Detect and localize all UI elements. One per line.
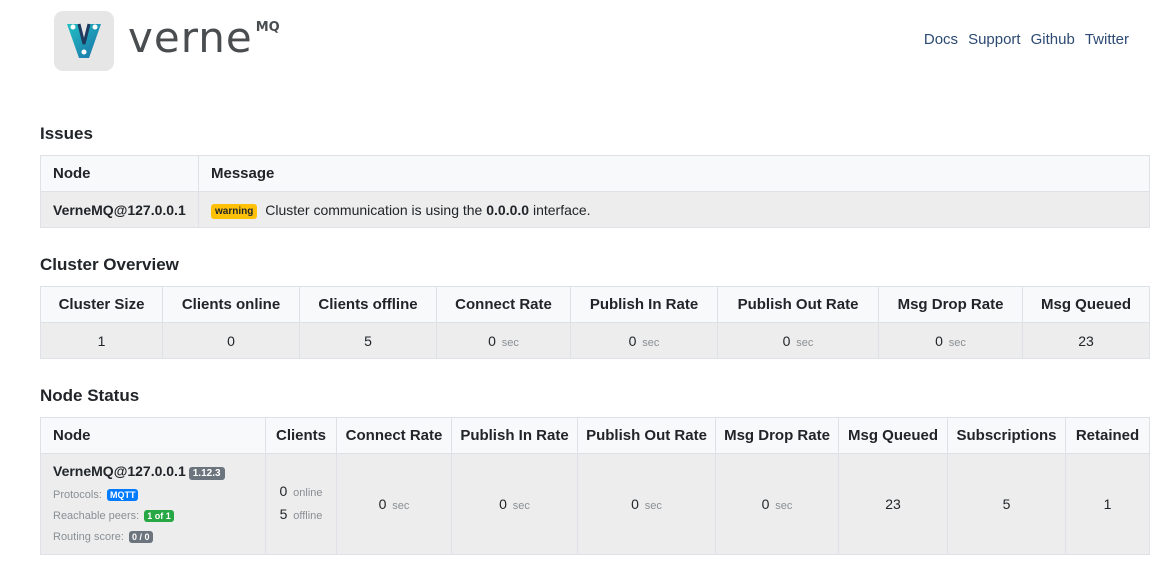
- column-header-retained: Retained: [1065, 417, 1150, 454]
- rate-unit: sec: [796, 336, 814, 349]
- offline-label: offline: [293, 510, 323, 522]
- verne-logo-icon: [54, 11, 114, 71]
- table-row: 1 0 5 0 sec 0 sec 0 sec 0 sec 23: [40, 322, 1150, 359]
- clients-online-line: 0 online: [267, 481, 335, 504]
- table-row: VerneMQ@127.0.0.1 warning Cluster commun…: [40, 191, 1150, 228]
- rate-unit: sec: [392, 500, 410, 512]
- subscriptions-value: 5: [947, 453, 1066, 555]
- column-header-message: Message: [198, 155, 1150, 192]
- routing-line: Routing score: 0 / 0: [53, 527, 253, 548]
- msg-queued-value: 23: [1022, 322, 1150, 359]
- nav-link-docs[interactable]: Docs: [924, 31, 958, 48]
- column-header-publish-in-rate: Publish In Rate: [570, 286, 718, 323]
- publish-out-rate-value: 0: [631, 496, 639, 512]
- top-nav: Docs Support Github Twitter: [924, 31, 1129, 48]
- publish-out-rate-cell: 0 sec: [717, 322, 879, 359]
- clients-online-value: 0: [279, 483, 288, 499]
- column-header-clients-offline: Clients offline: [299, 286, 437, 323]
- msg-drop-rate-value: 0: [935, 332, 943, 349]
- node-cell: VerneMQ@127.0.0.1 1.12.3 Protocols: MQTT …: [40, 453, 266, 555]
- protocol-badge: MQTT: [106, 489, 139, 501]
- publish-in-rate-value: 0: [499, 496, 507, 512]
- warning-badge: warning: [211, 203, 258, 219]
- node-status-table: Node Clients Connect Rate Publish In Rat…: [40, 417, 1150, 555]
- clients-offline-value: 5: [299, 322, 437, 359]
- nav-link-support[interactable]: Support: [968, 31, 1021, 48]
- node-status-title: Node Status: [40, 386, 140, 405]
- column-header-subscriptions: Subscriptions: [947, 417, 1066, 454]
- column-header-node: Node: [40, 417, 266, 454]
- peers-badge: 1 of 1: [144, 510, 174, 522]
- column-header-cluster-size: Cluster Size: [40, 286, 163, 323]
- clients-cell: 0 online 5 offline: [265, 453, 337, 555]
- cluster-overview-table: Cluster Size Clients online Clients offl…: [40, 286, 1150, 359]
- cluster-size-value: 1: [40, 322, 163, 359]
- column-header-node: Node: [40, 155, 199, 192]
- issue-message-suffix: interface.: [532, 201, 591, 218]
- column-header-connect-rate: Connect Rate: [336, 417, 452, 454]
- issue-message-text: Cluster communication is using the: [265, 201, 483, 218]
- issues-title: Issues: [40, 124, 93, 143]
- msg-drop-rate-cell: 0 sec: [878, 322, 1023, 359]
- protocols-label: Protocols:: [53, 489, 102, 501]
- msg-drop-rate-value: 0: [761, 496, 770, 512]
- msg-drop-rate-cell: 0 sec: [715, 453, 839, 555]
- nav-link-github[interactable]: Github: [1031, 31, 1075, 48]
- column-header-publish-out-rate: Publish Out Rate: [717, 286, 879, 323]
- rate-unit: sec: [501, 336, 519, 349]
- connect-rate-value: 0: [378, 496, 387, 512]
- rate-unit: sec: [948, 336, 966, 349]
- retained-value: 1: [1065, 453, 1150, 555]
- publish-in-rate-cell: 0 sec: [570, 322, 718, 359]
- column-header-publish-in-rate: Publish In Rate: [451, 417, 578, 454]
- logo-wordmark: verne: [128, 13, 253, 62]
- rate-unit: sec: [775, 500, 793, 512]
- connect-rate-cell: 0 sec: [336, 453, 452, 555]
- version-badge: 1.12.3: [188, 467, 225, 480]
- column-header-msg-queued: Msg Queued: [838, 417, 948, 454]
- publish-out-rate-cell: 0 sec: [577, 453, 716, 555]
- connect-rate-value: 0: [488, 332, 496, 349]
- issues-table: Node Message VerneMQ@127.0.0.1 warning C…: [40, 155, 1150, 228]
- peers-label: Reachable peers:: [53, 510, 140, 522]
- clients-online-value: 0: [162, 322, 300, 359]
- routing-badge: 0 / 0: [129, 531, 153, 543]
- protocols-line: Protocols: MQTT: [53, 485, 253, 506]
- publish-in-rate-cell: 0 sec: [451, 453, 578, 555]
- node-name: VerneMQ@127.0.0.1: [53, 463, 186, 479]
- issue-message: warning Cluster communication is using t…: [198, 191, 1150, 228]
- routing-label: Routing score:: [53, 531, 124, 543]
- peers-line: Reachable peers: 1 of 1: [53, 506, 253, 527]
- clients-offline-line: 5 offline: [267, 504, 335, 527]
- column-header-msg-queued: Msg Queued: [1022, 286, 1150, 323]
- column-header-connect-rate: Connect Rate: [436, 286, 571, 323]
- table-header-row: Node Clients Connect Rate Publish In Rat…: [40, 417, 1150, 454]
- table-header-row: Node Message: [40, 155, 1150, 192]
- column-header-msg-drop-rate: Msg Drop Rate: [878, 286, 1023, 323]
- connect-rate-cell: 0 sec: [436, 322, 571, 359]
- node-name-line: VerneMQ@127.0.0.1 1.12.3: [53, 460, 253, 485]
- issue-node: VerneMQ@127.0.0.1: [40, 191, 199, 228]
- column-header-publish-out-rate: Publish Out Rate: [577, 417, 716, 454]
- column-header-clients: Clients: [265, 417, 337, 454]
- rate-unit: sec: [642, 336, 660, 349]
- table-header-row: Cluster Size Clients online Clients offl…: [40, 286, 1150, 323]
- rate-unit: sec: [644, 500, 662, 512]
- column-header-msg-drop-rate: Msg Drop Rate: [715, 417, 839, 454]
- header: verne MQ Docs Support Github Twitter: [0, 0, 1175, 100]
- clients-offline-value: 5: [279, 506, 288, 522]
- publish-out-rate-value: 0: [782, 332, 791, 349]
- online-label: online: [293, 487, 323, 499]
- nav-link-twitter[interactable]: Twitter: [1085, 31, 1129, 48]
- column-header-clients-online: Clients online: [162, 286, 300, 323]
- publish-in-rate-value: 0: [628, 332, 637, 349]
- msg-queued-value: 23: [838, 453, 948, 555]
- cluster-overview-title: Cluster Overview: [40, 255, 179, 274]
- logo-superscript: MQ: [255, 19, 280, 35]
- logo[interactable]: verne MQ: [54, 11, 280, 71]
- table-row: VerneMQ@127.0.0.1 1.12.3 Protocols: MQTT …: [40, 453, 1150, 555]
- rate-unit: sec: [512, 500, 530, 512]
- issue-message-ip: 0.0.0.0: [486, 201, 530, 218]
